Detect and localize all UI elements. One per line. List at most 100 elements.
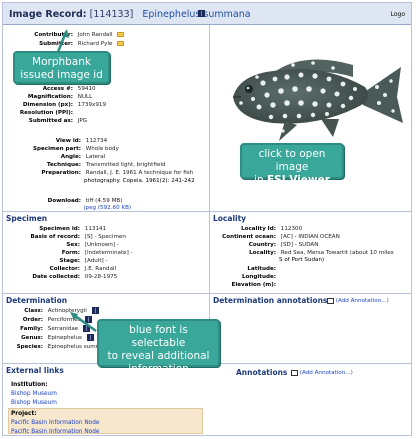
taxon-row: Genus: Epinephelus <box>3 334 94 342</box>
preparation-row: Preparation: Randall, J. E. 1961 A techn… <box>5 169 193 177</box>
locality-row: Continent ocean: [AC] - INDIAN OCEAN <box>210 233 340 241</box>
annotations-panel: Annotations (Add Annotation...) <box>210 364 411 435</box>
taxon-link[interactable]: Serranidae <box>48 325 78 333</box>
folder-icon[interactable] <box>117 41 125 46</box>
access-label: Access #: <box>42 86 73 92</box>
specimen-label: Stage: <box>59 258 80 264</box>
specimen-row: Sex: [Unknown] - <box>3 241 119 249</box>
locality-row: Elevation (m): <box>210 281 277 289</box>
locality-label: Longitude: <box>241 274 276 280</box>
project-link[interactable]: Pacific Basin Information Node <box>11 419 99 427</box>
annotation-icon[interactable] <box>327 297 334 304</box>
taxon-label: Order: <box>22 317 43 323</box>
institution-link[interactable]: Bishop Museum <box>11 390 57 398</box>
specimen-label: Sex: <box>66 242 80 248</box>
taxon-label: Species: <box>16 344 43 350</box>
dimension-label: Dimension (px): <box>22 102 73 108</box>
specimen-label: Specimen id: <box>39 226 80 232</box>
blue-font-line2: to reveal additional <box>107 350 210 362</box>
fsi-viewer-callout[interactable]: click to open image in FSI Viewer <box>240 143 344 186</box>
specimen-label: Collector: <box>49 266 80 272</box>
locality-panel: Locality Locality Id: 112300 Continent o… <box>210 212 411 293</box>
record-id: [114133] <box>89 9 134 20</box>
resolution-row: Resolution (PPI): <box>5 109 78 117</box>
submitter-link[interactable]: Richard Pyle <box>78 40 113 48</box>
qr-code-icon[interactable] <box>86 334 94 341</box>
specimen-title: Specimen <box>6 214 48 223</box>
taxon-link[interactable]: Perciformes <box>48 316 81 324</box>
specimen-row: Stage: [Adult] - <box>3 257 108 265</box>
institution-label: Institution: <box>11 382 48 388</box>
submitted-as-row: Submitted as: JPG <box>5 117 87 125</box>
specimen-part-row: Specimen part: Whole body <box>5 145 119 153</box>
record-label: Image Record: <box>9 9 87 20</box>
taxon-label: Family: <box>20 326 43 332</box>
annotation-icon[interactable] <box>291 369 298 376</box>
specimen-part-value: Whole body <box>85 146 119 152</box>
determination-annotations-panel: Determination annotations (Add Annotatio… <box>210 294 411 363</box>
view-id-row: View id: 112734 <box>5 137 107 145</box>
specimen-value: [S] - Specimen <box>84 234 126 240</box>
folder-icon[interactable] <box>117 32 125 37</box>
locality-label: Continent ocean: <box>222 234 276 240</box>
specimen-value: J.E. Randall <box>84 266 117 272</box>
add-determination-annotation[interactable]: (Add Annotation...) <box>327 297 389 305</box>
magnification-value: NULL <box>77 94 93 100</box>
preparation-line1: Randall, J. E. 1961 A technique for fish <box>85 170 194 176</box>
add-annotation-link[interactable]: (Add Annotation...) <box>300 370 353 376</box>
specimen-value: 09-28-1975 <box>84 274 118 280</box>
taxon-row: Class: Actinopterygii <box>3 307 99 315</box>
taxon-link[interactable]: Actinopterygii <box>48 307 87 315</box>
project-label: Project: <box>11 411 37 417</box>
page-title: Image Record: [114133] Epinephelus summa… <box>9 9 251 20</box>
add-annotation[interactable]: (Add Annotation...) <box>291 369 353 377</box>
taxon-link[interactable]: Epinephelus <box>48 334 82 342</box>
specimen-value: [Unknown] - <box>84 242 119 248</box>
taxon-label: Genus: <box>21 335 43 341</box>
morphbank-callout-text: Morphbank issued image id <box>20 56 103 81</box>
locality-row: Locality Id: 112300 <box>210 225 302 233</box>
fish-image[interactable] <box>213 31 409 153</box>
submitter-label: Submitter: <box>39 41 73 47</box>
angle-value: Lateral <box>85 154 106 160</box>
angle-label: Angle: <box>60 154 81 160</box>
locality-value: [SD] - SUDAN <box>280 242 319 248</box>
submitted-as-label: Submitted as: <box>28 118 73 124</box>
project-link[interactable]: Pacific Basin Information Node <box>11 428 99 435</box>
qr-code-icon[interactable] <box>83 325 91 332</box>
specimen-image[interactable] <box>213 31 409 153</box>
specimen-part-label: Specimen part: <box>32 146 81 152</box>
blue-font-line1: blue font is selectable <box>129 324 188 349</box>
access-value[interactable]: 59410 <box>78 85 96 93</box>
specimen-value: [Indeterminate] - <box>84 250 133 256</box>
specimen-row: Basis of record: [S] - Specimen <box>3 233 126 241</box>
qr-code-icon[interactable] <box>85 316 93 323</box>
specimen-id-link[interactable]: 113141 <box>85 225 106 233</box>
specimen-label: Date collected: <box>32 274 80 280</box>
header-species-link[interactable]: Epinephelus summana <box>142 9 250 20</box>
locality-label: Latitude: <box>247 266 276 272</box>
locality-id-link[interactable]: 112300 <box>281 225 302 233</box>
specimen-row: Date collected: 09-28-1975 <box>3 273 117 281</box>
add-annotation-link[interactable]: (Add Annotation...) <box>336 298 389 304</box>
access-row: Access #: 59410 <box>5 85 96 93</box>
institution-link[interactable]: Bishop Museum <box>11 399 57 407</box>
locality-label: Locality: <box>249 250 276 256</box>
locality-row: Country: [SD] - SUDAN <box>210 241 319 249</box>
specimen-value: [Adult] - <box>84 258 108 264</box>
locality-value-continued: S of Port Sudan) <box>279 257 325 263</box>
determination-annotations-title: Determination annotations <box>213 296 328 305</box>
blue-font-line3: information <box>128 363 189 375</box>
logo: Logo <box>390 11 405 18</box>
submitted-as-value: JPG <box>77 118 88 124</box>
contributor-link[interactable]: John Randall <box>78 31 113 39</box>
taxon-label: Class: <box>24 308 43 314</box>
view-id-link[interactable]: 112734 <box>86 137 107 145</box>
dimension-row: Dimension (px): 1739x919 <box>5 101 106 109</box>
qr-code-icon[interactable] <box>91 307 99 314</box>
technique-row: Technique: Transmitted light, brightfiel… <box>5 161 166 169</box>
submitter-row: Submitter: Richard Pyle <box>5 40 125 48</box>
fsi-viewer-label: FSI Viewer <box>266 174 330 186</box>
qr-code-icon[interactable] <box>198 10 205 17</box>
technique-label: Technique: <box>46 162 81 168</box>
